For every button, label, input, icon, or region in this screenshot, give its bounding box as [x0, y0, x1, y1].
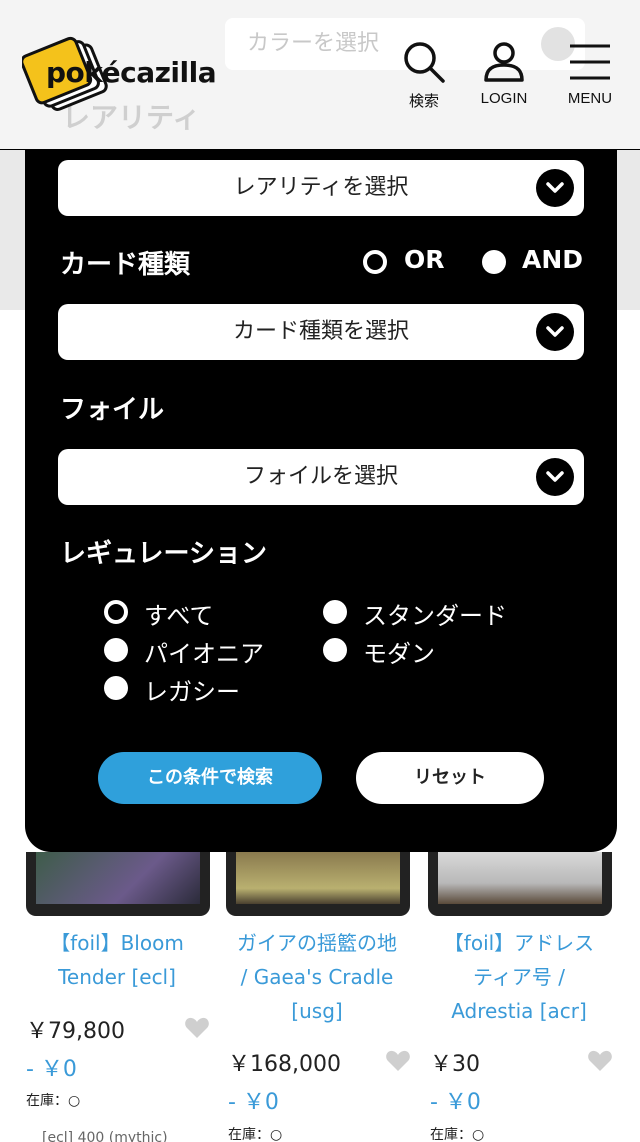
regulation-radio-standard[interactable]: [323, 600, 347, 624]
regulation-radio-pioneer[interactable]: [104, 638, 128, 662]
product-price: ￥168,000: [228, 1052, 341, 1077]
chevron-down-icon: [536, 313, 574, 351]
product-image[interactable]: [226, 852, 410, 916]
product-price: ￥79,800: [26, 1019, 125, 1044]
rarity-select[interactable]: レアリティを選択: [58, 160, 584, 216]
product-title-line: ティア号 /: [473, 965, 565, 989]
logo-text: pokécazilla: [46, 56, 217, 89]
product-title-line: Tender [ecl]: [58, 965, 176, 989]
product-title[interactable]: ガイアの揺籃の地 / Gaea's Cradle [usg]: [222, 926, 412, 1028]
product-stock: 在庫：○: [430, 1127, 485, 1142]
site-header: pokécazilla 検索 LOGIN MENU: [0, 0, 640, 150]
regulation-option-label: スタンダード: [363, 602, 507, 630]
foil-label: フォイル: [60, 395, 165, 425]
regulation-radio-legacy[interactable]: [104, 676, 128, 700]
foil-select[interactable]: フォイルを選択: [58, 449, 584, 505]
product-title-line: ガイアの揺籃の地: [237, 931, 397, 955]
menu-label: MENU: [567, 90, 613, 107]
menu-button[interactable]: MENU: [550, 38, 630, 118]
user-icon: [484, 42, 524, 82]
and-label: AND: [522, 245, 584, 274]
product-title[interactable]: 【foil】Bloom Tender [ecl]: [22, 926, 212, 994]
regulation-option-label: すべて: [144, 602, 214, 630]
regulation-radio-modern[interactable]: [323, 638, 347, 662]
product-stock: 在庫：○: [228, 1127, 283, 1142]
chevron-down-icon: [536, 169, 574, 207]
product-tag: [ecl] 400 (mythic): [42, 1130, 168, 1142]
search-icon: [404, 42, 445, 83]
regulation-option-label: パイオニア: [144, 640, 264, 668]
heart-icon[interactable]: [587, 1049, 613, 1073]
product-title-line: [usg]: [291, 999, 343, 1023]
login-label: LOGIN: [480, 90, 528, 107]
reset-button[interactable]: リセット: [356, 752, 544, 804]
or-radio[interactable]: [363, 250, 387, 274]
product-title-line: / Gaea's Cradle: [240, 965, 394, 989]
site-logo[interactable]: pokécazilla: [20, 30, 222, 116]
hamburger-menu-icon: [570, 44, 610, 80]
product-image[interactable]: [26, 852, 210, 916]
card-type-select-text: カード種類を選択: [232, 319, 409, 344]
product-price: ￥30: [430, 1052, 480, 1077]
chevron-down-icon: [536, 458, 574, 496]
heart-icon[interactable]: [184, 1016, 210, 1040]
card-type-label: カード種類: [60, 250, 191, 280]
regulation-radio-all[interactable]: [104, 600, 128, 624]
heart-icon[interactable]: [385, 1049, 411, 1073]
card-type-select[interactable]: カード種類を選択: [58, 304, 584, 360]
product-sub-price: - ￥0: [430, 1090, 481, 1115]
regulation-label: レギュレーション: [60, 539, 267, 569]
product-sub-price: - ￥0: [26, 1057, 77, 1082]
product-sub-price: - ￥0: [228, 1090, 279, 1115]
login-button[interactable]: LOGIN: [464, 38, 544, 118]
and-radio[interactable]: [482, 250, 506, 274]
or-label: OR: [404, 245, 445, 274]
search-button[interactable]: 検索: [384, 38, 464, 118]
product-title[interactable]: 【foil】アドレス ティア号 / Adrestia [acr]: [424, 926, 614, 1028]
product-title-line: Adrestia [acr]: [451, 999, 587, 1023]
regulation-option-label: モダン: [363, 640, 435, 668]
rarity-select-text: レアリティを選択: [233, 175, 409, 200]
product-image[interactable]: [428, 852, 612, 916]
product-stock: 在庫：○: [26, 1093, 81, 1109]
apply-search-button[interactable]: この条件で検索: [98, 752, 322, 804]
foil-select-text: フォイルを選択: [243, 464, 398, 489]
regulation-option-label: レガシー: [144, 678, 240, 706]
product-title-line: 【foil】アドレス: [443, 931, 595, 955]
product-title-line: 【foil】Bloom: [50, 931, 184, 955]
search-label: 検索: [408, 93, 439, 110]
